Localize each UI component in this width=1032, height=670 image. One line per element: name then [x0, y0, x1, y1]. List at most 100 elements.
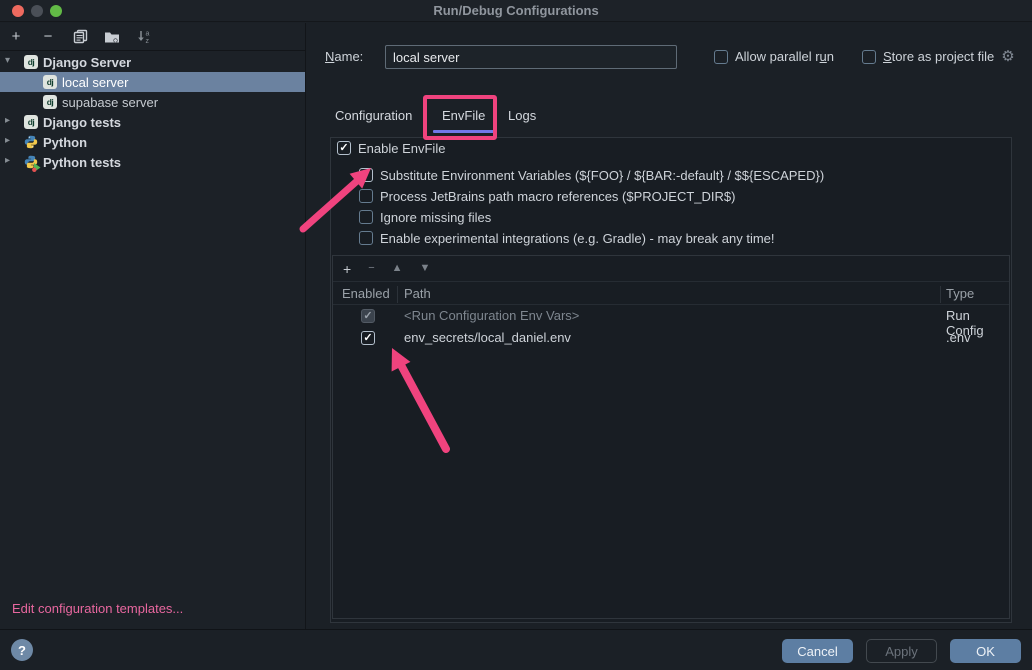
- sort-alphabetically-icon: a z: [137, 29, 152, 44]
- env-files-table: + − ▲ ▼ Enabled Path Type ✓ <Run Configu…: [332, 255, 1010, 619]
- question-mark-icon: ?: [18, 643, 26, 658]
- tab-envfile[interactable]: EnvFile: [442, 108, 485, 126]
- tree-item-label: supabase server: [62, 95, 158, 110]
- check-icon: ✓: [361, 170, 370, 181]
- test-run-badge-icon: [32, 163, 41, 172]
- apply-button[interactable]: Apply: [866, 639, 937, 663]
- table-row[interactable]: ✓ env_secrets/local_daniel.env .env: [333, 327, 1009, 349]
- python-tests-icon: [24, 155, 38, 169]
- help-button[interactable]: ?: [11, 639, 33, 661]
- tree-item-local-server[interactable]: dj local server: [0, 72, 305, 92]
- table-row[interactable]: ✓ <Run Configuration Env Vars> Run Confi…: [333, 305, 1009, 327]
- chevron-right-icon[interactable]: ▸: [5, 155, 17, 166]
- add-configuration-button[interactable]: +: [6, 27, 26, 47]
- copy-icon: [73, 29, 88, 44]
- tree-item-django-tests[interactable]: ▸ dj Django tests: [0, 112, 305, 132]
- tree-item-django-server[interactable]: ▾ dj Django Server: [0, 52, 305, 72]
- tab-logs[interactable]: Logs: [508, 108, 536, 126]
- checkbox-icon[interactable]: [359, 189, 373, 203]
- table-toolbar: + − ▲ ▼: [333, 256, 1009, 282]
- svg-text:z: z: [145, 38, 149, 44]
- check-icon: ✓: [363, 333, 372, 344]
- window-title: Run/Debug Configurations: [0, 3, 1032, 18]
- tab-configuration[interactable]: Configuration: [335, 108, 412, 126]
- column-separator: [940, 286, 941, 303]
- remove-configuration-button[interactable]: −: [38, 27, 58, 47]
- tree-item-label: Python: [43, 135, 87, 150]
- chevron-down-icon[interactable]: ▾: [5, 55, 17, 66]
- sidebar-toolbar: + − a z: [0, 23, 305, 51]
- remove-env-file-button[interactable]: −: [368, 263, 374, 274]
- folder-plus-icon: [104, 30, 120, 44]
- column-header-path: Path: [404, 286, 431, 301]
- svg-text:a: a: [145, 31, 149, 38]
- minus-icon: −: [368, 262, 374, 274]
- name-label: Name:: [325, 49, 363, 64]
- minus-icon: −: [44, 28, 53, 45]
- sort-configurations-button[interactable]: a z: [134, 27, 154, 47]
- new-folder-button[interactable]: [102, 27, 122, 47]
- store-as-project-file-checkbox[interactable]: Store as project file ⚙: [862, 49, 1015, 64]
- tree-item-python[interactable]: ▸ Python: [0, 132, 305, 152]
- tree-item-label: local server: [62, 75, 128, 90]
- option-label: Substitute Environment Variables (${FOO}…: [380, 168, 824, 183]
- allow-parallel-run-checkbox[interactable]: Allow parallel run: [714, 49, 834, 64]
- django-icon: dj: [43, 75, 57, 89]
- checkbox-icon[interactable]: [714, 50, 728, 64]
- move-down-button[interactable]: ▼: [420, 263, 431, 274]
- move-up-button[interactable]: ▲: [392, 263, 403, 274]
- arrow-up-icon: ▲: [392, 262, 403, 274]
- option-label: Ignore missing files: [380, 210, 491, 225]
- name-input[interactable]: [385, 45, 677, 69]
- process-path-macro-checkbox[interactable]: Process JetBrains path macro references …: [359, 188, 735, 204]
- experimental-integrations-checkbox[interactable]: Enable experimental integrations (e.g. G…: [359, 230, 775, 246]
- checkbox-icon[interactable]: ✓: [359, 168, 373, 182]
- tree-item-label: Python tests: [43, 155, 121, 170]
- copy-configuration-button[interactable]: [70, 27, 90, 47]
- plus-icon: +: [343, 261, 351, 277]
- store-as-project-file-label: Store as project file: [883, 49, 994, 64]
- envfile-tab-panel: ✓ Enable EnvFile ✓ Substitute Environmen…: [330, 137, 1012, 623]
- checkbox-icon[interactable]: [359, 231, 373, 245]
- option-label: Process JetBrains path macro references …: [380, 189, 735, 204]
- checkbox-icon[interactable]: [359, 210, 373, 224]
- checkbox-icon[interactable]: ✓: [361, 331, 375, 345]
- gear-icon[interactable]: ⚙: [1001, 49, 1014, 64]
- django-icon: dj: [24, 55, 38, 69]
- check-icon: ✓: [339, 143, 348, 154]
- tree-item-python-tests[interactable]: ▸ Python tests: [0, 152, 305, 172]
- checkbox-icon: ✓: [361, 309, 375, 323]
- column-header-type: Type: [946, 286, 974, 301]
- cancel-button[interactable]: Cancel: [782, 639, 853, 663]
- enable-envfile-checkbox[interactable]: ✓ Enable EnvFile: [337, 140, 445, 156]
- chevron-right-icon[interactable]: ▸: [5, 135, 17, 146]
- django-tests-icon: dj: [24, 115, 38, 129]
- add-env-file-button[interactable]: +: [343, 262, 351, 276]
- checkbox-icon[interactable]: [862, 50, 876, 64]
- configurations-sidebar: + − a z: [0, 23, 306, 629]
- configurations-tree: ▾ dj Django Server dj local server dj su…: [0, 52, 305, 172]
- substitute-env-vars-checkbox[interactable]: ✓ Substitute Environment Variables (${FO…: [359, 167, 824, 183]
- checkbox-icon[interactable]: ✓: [337, 141, 351, 155]
- dialog-footer: ? Cancel Apply OK: [0, 629, 1032, 670]
- edit-configuration-templates-link[interactable]: Edit configuration templates...: [12, 601, 183, 616]
- active-tab-underline: [433, 130, 495, 133]
- allow-parallel-run-label: Allow parallel run: [735, 49, 834, 64]
- table-header: Enabled Path Type: [333, 282, 1009, 305]
- arrow-down-icon: ▼: [420, 262, 431, 274]
- env-file-path: env_secrets/local_daniel.env: [404, 330, 571, 345]
- column-header-enabled: Enabled: [342, 286, 390, 301]
- column-separator: [397, 286, 398, 303]
- tree-item-supabase-server[interactable]: dj supabase server: [0, 92, 305, 112]
- footer-buttons: Cancel Apply OK: [782, 639, 1021, 663]
- option-label: Enable experimental integrations (e.g. G…: [380, 231, 775, 246]
- option-label: Enable EnvFile: [358, 141, 445, 156]
- env-file-path: <Run Configuration Env Vars>: [404, 308, 579, 323]
- python-icon: [24, 135, 38, 149]
- ok-button[interactable]: OK: [950, 639, 1021, 663]
- chevron-right-icon[interactable]: ▸: [5, 115, 17, 126]
- env-file-type: .env: [946, 330, 971, 345]
- plus-icon: +: [12, 28, 21, 45]
- ignore-missing-files-checkbox[interactable]: Ignore missing files: [359, 209, 491, 225]
- check-icon: ✓: [363, 311, 372, 322]
